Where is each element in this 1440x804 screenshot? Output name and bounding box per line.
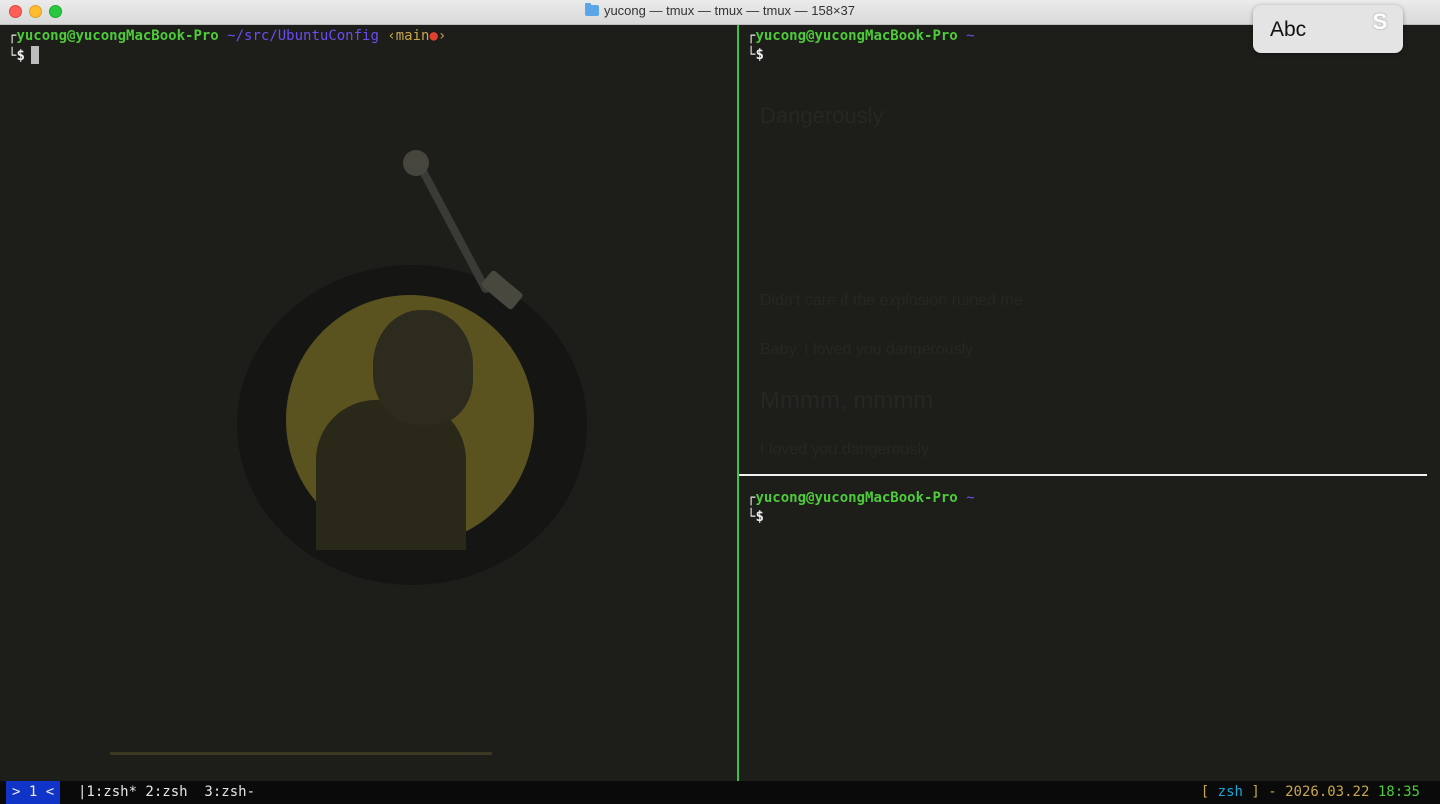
prompt-line-1: ┌yucong@yucongMacBook-Pro ~/src/UbuntuCo… [8, 27, 446, 45]
title-bar[interactable]: yucong — tmux — tmux — tmux — 158×37 [0, 0, 1440, 25]
prompt-dollar: $ [755, 509, 764, 525]
window-title: yucong — tmux — tmux — tmux — 158×37 [603, 3, 856, 18]
git-branch-open: ‹main [387, 28, 430, 44]
prompt-line-1: ┌yucong@yucongMacBook-Pro ~ [747, 489, 975, 507]
input-method-indicator: Abc S [1253, 5, 1403, 53]
terminal-window: yucong — tmux — tmux — tmux — 158×37 Dan… [0, 0, 1440, 804]
tmux-area[interactable]: Dangerously Didn't care if the explosion… [0, 25, 1440, 781]
prompt-path: ~ [966, 28, 975, 44]
terminal-cursor[interactable] [30, 46, 39, 64]
session-indicator[interactable]: > 1 < [6, 781, 61, 804]
status-right: [ zsh ] - 2026.03.22 18:35 [1201, 781, 1420, 804]
window-title-wrap: yucong — tmux — tmux — tmux — 158×37 [0, 3, 1440, 18]
prompt-user-host: yucong@yucongMacBook-Pro [755, 490, 958, 506]
status-bracket-open: [ [1200, 784, 1218, 800]
input-method-logo-icon: S [1372, 9, 1388, 34]
status-date: 2026.03.22 [1285, 784, 1370, 800]
prompt-line-2: └$ [8, 46, 39, 65]
tmux-pane-right-bottom[interactable]: ┌yucong@yucongMacBook-Pro ~ └$ [739, 476, 1440, 781]
prompt-line-2: └$ [747, 46, 764, 64]
prompt-user-host: yucong@yucongMacBook-Pro [16, 28, 219, 44]
status-bracket-close: ] [1242, 784, 1260, 800]
prompt-dollar: $ [16, 48, 25, 64]
git-branch-close: › [437, 28, 447, 44]
prompt-dollar: $ [755, 47, 764, 63]
prompt-path: ~ [966, 490, 975, 506]
window-list[interactable]: |1:zsh* 2:zsh 3:zsh- [78, 781, 255, 804]
tmux-status-bar: > 1 < |1:zsh* 2:zsh 3:zsh- [ zsh ] - 202… [0, 781, 1440, 804]
prompt-user-host: yucong@yucongMacBook-Pro [755, 28, 958, 44]
folder-icon [584, 3, 599, 16]
prompt-line-1: ┌yucong@yucongMacBook-Pro ~ [747, 27, 975, 45]
status-separator: - [1259, 784, 1286, 800]
prompt-path: ~/src/UbuntuConfig [227, 28, 379, 44]
tmux-pane-right-top[interactable]: ┌yucong@yucongMacBook-Pro ~ └$ [739, 25, 1440, 474]
tmux-pane-left[interactable]: ┌yucong@yucongMacBook-Pro ~/src/UbuntuCo… [0, 25, 737, 781]
prompt-line-2: └$ [747, 508, 764, 526]
status-time: 18:35 [1377, 784, 1420, 800]
status-shell: zsh [1217, 784, 1243, 800]
input-method-label: Abc [1270, 18, 1307, 41]
git-dirty-dot: ● [429, 28, 438, 44]
